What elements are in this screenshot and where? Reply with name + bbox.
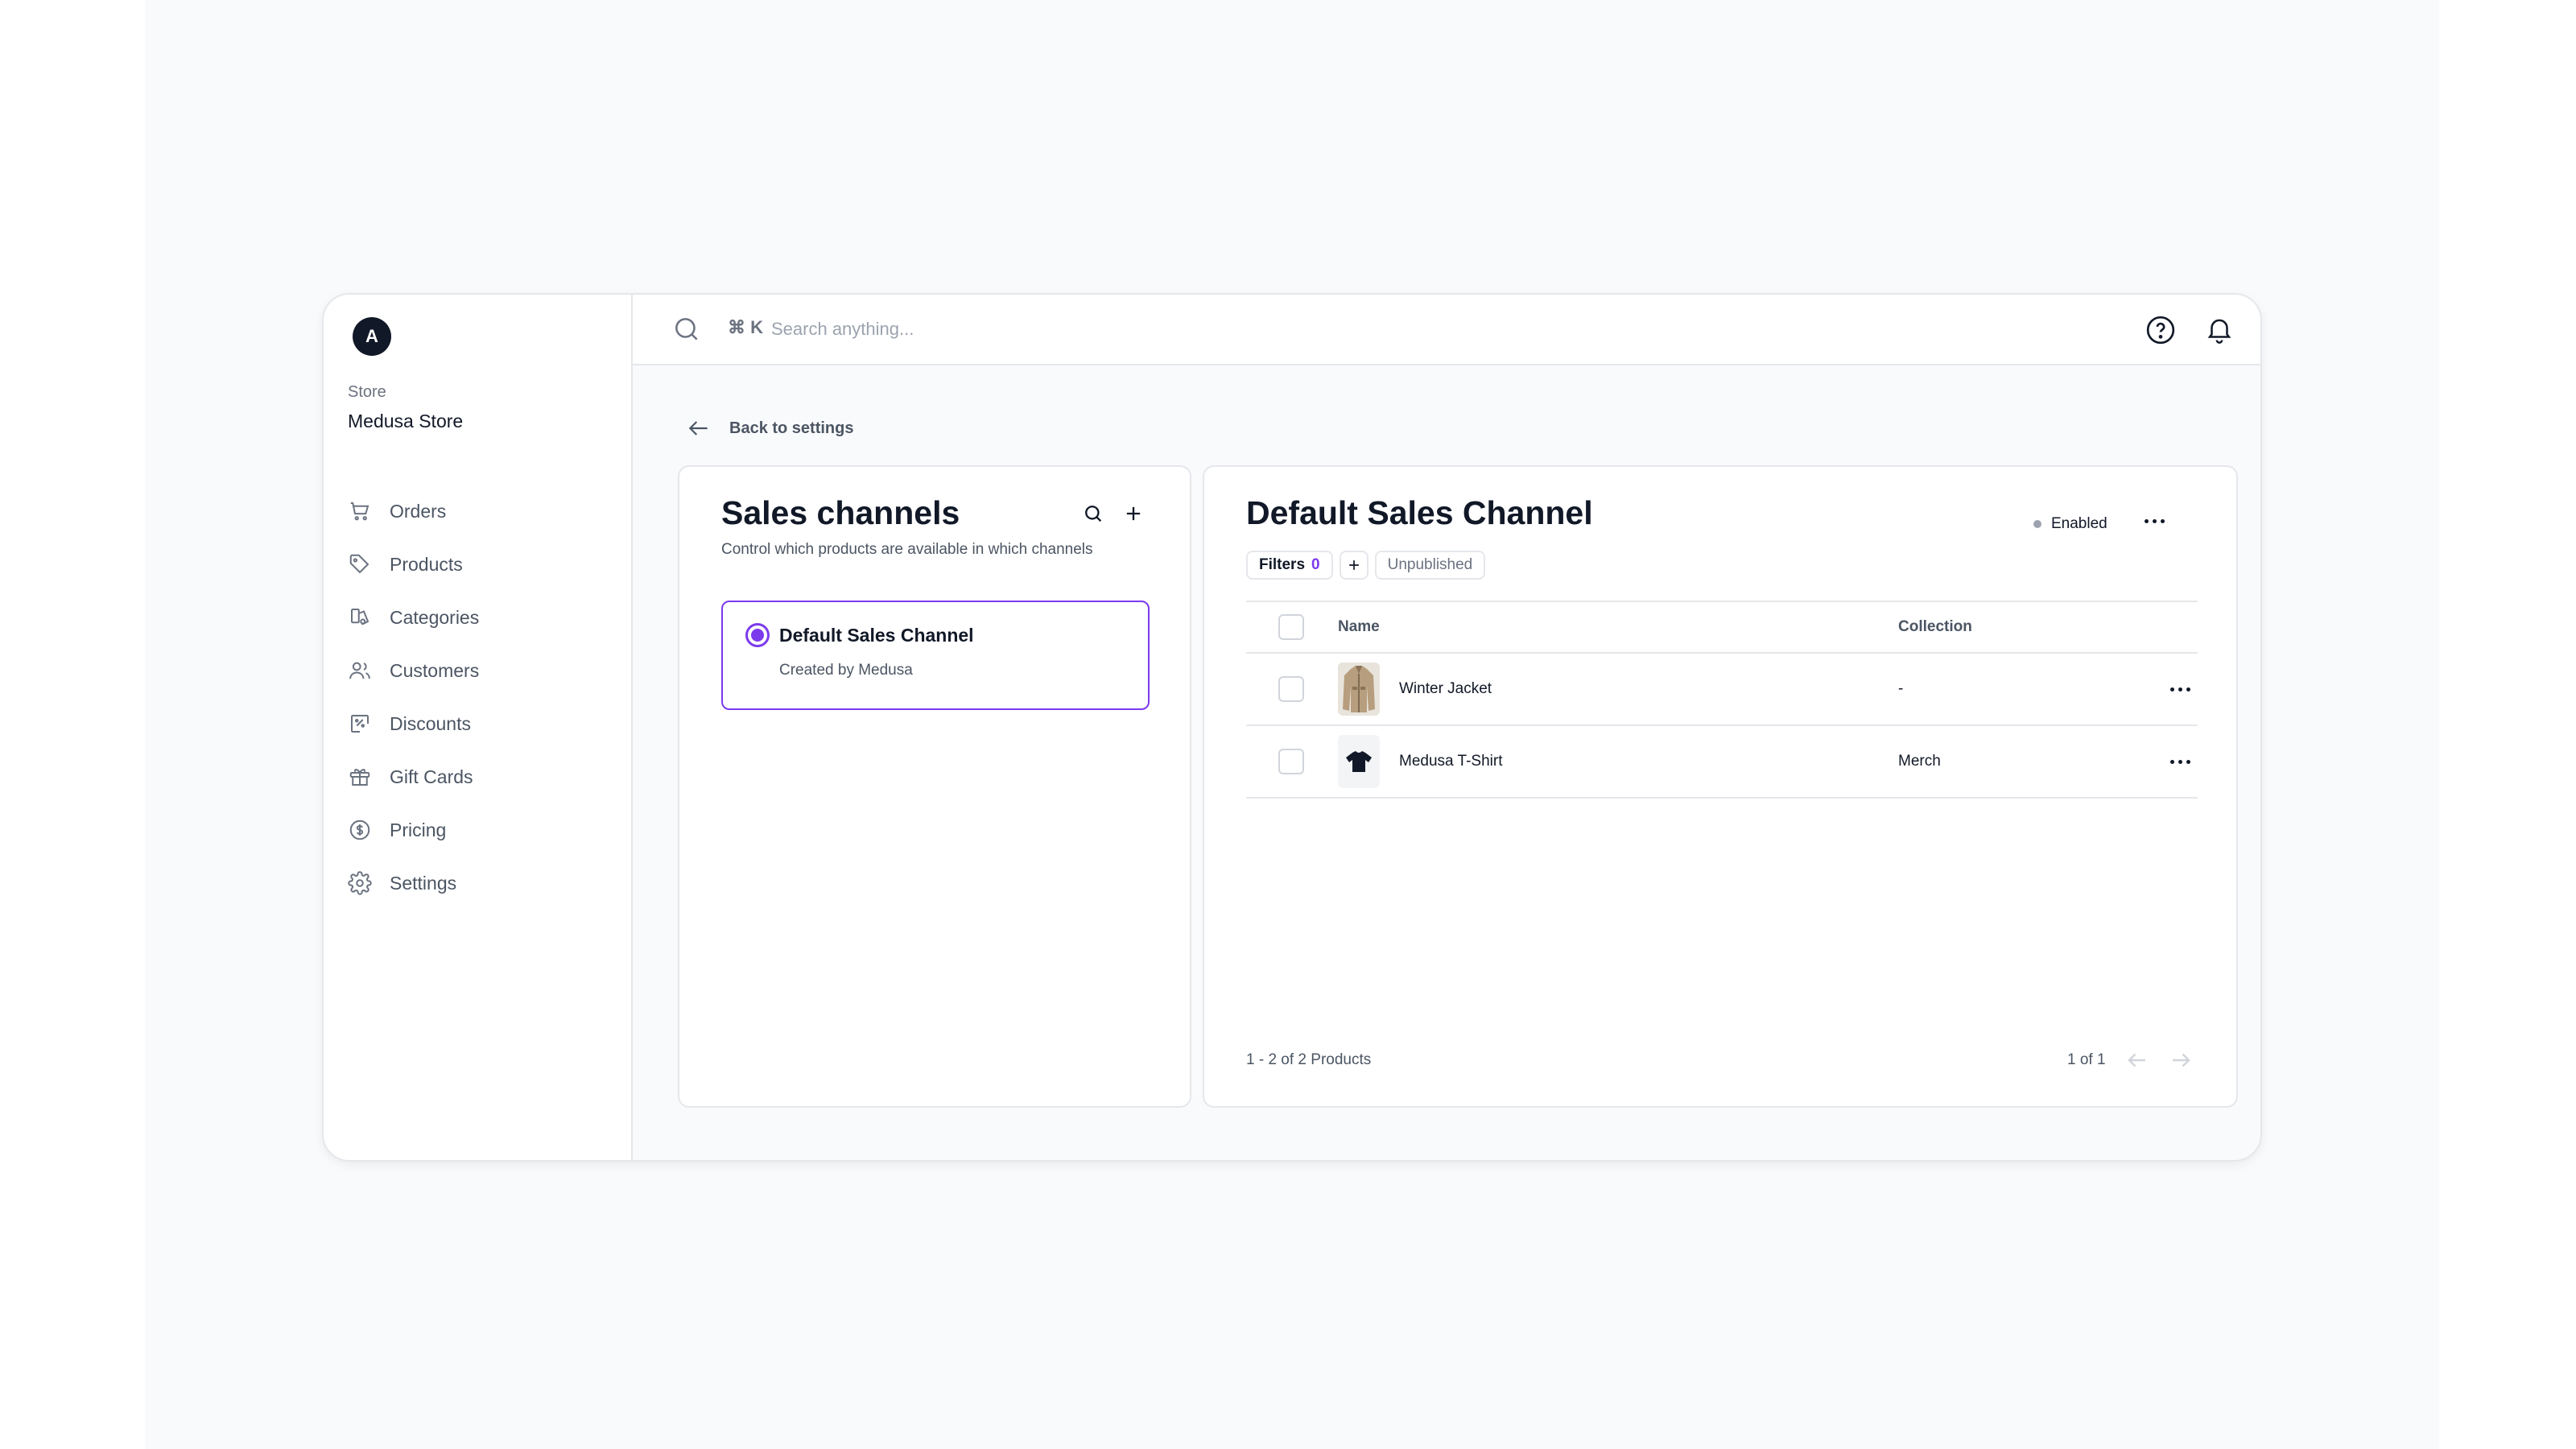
products-table: Name Collection Winter Jacket - Medusa T… — [1246, 601, 2198, 799]
tshirt-image — [1338, 735, 1380, 788]
table-header-row: Name Collection — [1246, 601, 2198, 654]
search-channels-icon[interactable] — [1082, 502, 1104, 525]
sidebar-item-label: Pricing — [390, 819, 447, 840]
row-checkbox[interactable] — [1278, 676, 1304, 702]
sidebar-item-gift-cards[interactable]: Gift Cards — [348, 750, 479, 803]
sidebar-item-label: Settings — [390, 872, 457, 894]
pagination: 1 of 1 — [2067, 1048, 2193, 1072]
filter-bar: Filters 0 Unpublished — [1246, 551, 1486, 580]
column-header-name: Name — [1338, 618, 1380, 635]
cart-icon — [350, 502, 369, 521]
channel-card-default[interactable]: Default Sales Channel Created by Medusa — [721, 601, 1150, 710]
app-window: A Store Medusa Store Orders Products Cat… — [322, 293, 2262, 1162]
sidebar-nav: Orders Products Categories Customers Dis… — [348, 485, 479, 910]
sidebar-item-label: Orders — [390, 500, 447, 522]
tag-icon — [349, 554, 369, 574]
store-avatar[interactable]: A — [353, 317, 391, 356]
status-dot — [2033, 520, 2041, 528]
product-name: Medusa T-Shirt — [1399, 753, 1503, 770]
status-badge: Enabled — [2033, 515, 2107, 533]
sales-channels-panel: Sales channels Control which products ar… — [678, 465, 1191, 1108]
prev-page-icon[interactable] — [2125, 1048, 2149, 1072]
add-filter-button[interactable] — [1339, 551, 1368, 580]
channel-actions-button[interactable] — [2138, 509, 2170, 533]
sidebar-item-label: Products — [390, 553, 463, 575]
help-icon[interactable] — [2145, 314, 2177, 346]
categories-icon — [351, 609, 369, 625]
sidebar-item-orders[interactable]: Orders — [348, 485, 479, 538]
sidebar-item-settings[interactable]: Settings — [348, 857, 479, 910]
column-header-collection: Collection — [1898, 618, 1972, 635]
search-input[interactable] — [771, 312, 1254, 346]
product-name: Winter Jacket — [1399, 680, 1492, 697]
filters-label: Filters — [1259, 556, 1306, 573]
sidebar: A Store Medusa Store Orders Products Cat… — [324, 295, 633, 1160]
topbar: ⌘ K — [633, 295, 2260, 365]
sidebar-item-categories[interactable]: Categories — [348, 591, 479, 644]
store-name: Medusa Store — [348, 411, 464, 431]
pricing-icon — [349, 819, 370, 840]
table-row[interactable]: Winter Jacket - — [1246, 654, 2198, 726]
add-channel-icon[interactable] — [1122, 502, 1145, 525]
sidebar-item-label: Gift Cards — [390, 766, 473, 787]
row-actions-button[interactable] — [2164, 749, 2196, 774]
users-icon — [349, 662, 370, 679]
row-actions-button[interactable] — [2164, 677, 2196, 701]
channel-detail-panel: Default Sales Channel Enabled Filters 0 … — [1203, 465, 2238, 1108]
next-page-icon[interactable] — [2169, 1048, 2193, 1072]
product-thumbnail — [1338, 663, 1380, 716]
discount-icon — [351, 715, 369, 733]
sales-channels-title: Sales channels — [721, 494, 960, 531]
sidebar-item-customers[interactable]: Customers — [348, 644, 479, 697]
filters-count: 0 — [1311, 556, 1320, 573]
row-checkbox[interactable] — [1278, 749, 1304, 774]
channel-name: Default Sales Channel — [779, 625, 974, 646]
page-info: 1 of 1 — [2067, 1051, 2106, 1068]
product-collection: Merch — [1898, 753, 1941, 770]
arrow-left-icon — [688, 421, 708, 436]
jacket-image — [1338, 663, 1380, 716]
search-icon[interactable] — [671, 314, 702, 345]
plus-icon — [1348, 560, 1359, 570]
channel-creator: Created by Medusa — [779, 662, 913, 679]
sales-channels-subtitle: Control which products are available in … — [721, 541, 1093, 558]
table-row[interactable]: Medusa T-Shirt Merch — [1246, 726, 2198, 799]
back-to-settings-link[interactable]: Back to settings — [686, 415, 853, 441]
sidebar-item-label: Customers — [390, 659, 480, 681]
select-all-checkbox[interactable] — [1278, 614, 1304, 640]
unpublished-filter-chip[interactable]: Unpublished — [1374, 551, 1486, 580]
filters-button[interactable]: Filters 0 — [1246, 551, 1333, 580]
product-collection: - — [1898, 680, 1904, 697]
sidebar-item-products[interactable]: Products — [348, 538, 479, 591]
back-link-label: Back to settings — [729, 419, 854, 437]
status-label: Enabled — [2051, 515, 2107, 532]
sidebar-item-label: Discounts — [390, 712, 471, 734]
product-thumbnail — [1338, 735, 1380, 788]
sidebar-item-pricing[interactable]: Pricing — [348, 803, 479, 857]
channel-radio[interactable] — [745, 623, 770, 647]
sidebar-item-discounts[interactable]: Discounts — [348, 697, 479, 750]
bell-icon[interactable] — [2204, 314, 2235, 345]
store-label: Store — [348, 383, 386, 401]
search-shortcut-hint: ⌘ K — [728, 317, 763, 337]
gear-icon — [348, 871, 372, 895]
gift-icon — [349, 769, 370, 786]
products-count: 1 - 2 of 2 Products — [1246, 1051, 1372, 1068]
channel-detail-title: Default Sales Channel — [1246, 494, 1593, 531]
sidebar-item-label: Categories — [390, 606, 480, 628]
